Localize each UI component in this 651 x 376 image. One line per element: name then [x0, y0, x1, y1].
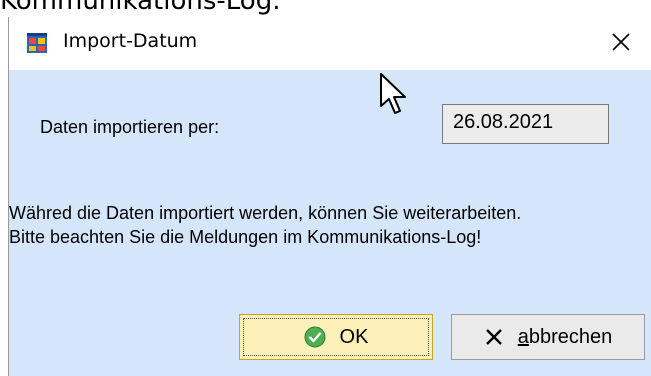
background-window-text: Kommunikations-Log.	[0, 0, 281, 16]
cancel-button-label: abbrechen	[518, 326, 613, 349]
title-bar: Import-Datum	[9, 17, 651, 70]
application-window-icon	[26, 32, 48, 54]
cancel-button[interactable]: abbrechen	[451, 314, 645, 360]
info-line-1: Währed die Daten importiert werden, könn…	[9, 203, 522, 223]
x-icon	[484, 327, 504, 347]
close-icon	[611, 32, 631, 56]
check-circle-icon	[304, 326, 326, 348]
info-line-2: Bitte beachten Sie die Meldungen im Komm…	[9, 227, 482, 247]
dialog-title: Import-Datum	[63, 30, 198, 52]
ok-button-label: OK	[339, 325, 369, 348]
info-message: Währed die Daten importiert werden, könn…	[9, 201, 649, 249]
import-date-dialog: Import-Datum Daten importieren per: 26.0…	[8, 17, 651, 376]
close-button[interactable]	[591, 17, 651, 70]
date-label: Daten importieren per:	[40, 117, 220, 137]
mouse-pointer-icon	[379, 72, 409, 122]
ok-button[interactable]: OK	[239, 314, 433, 360]
date-field[interactable]: 26.08.2021	[442, 104, 609, 144]
cancel-mnemonic: a	[517, 325, 529, 348]
cancel-label-rest: bbrechen	[528, 325, 613, 348]
